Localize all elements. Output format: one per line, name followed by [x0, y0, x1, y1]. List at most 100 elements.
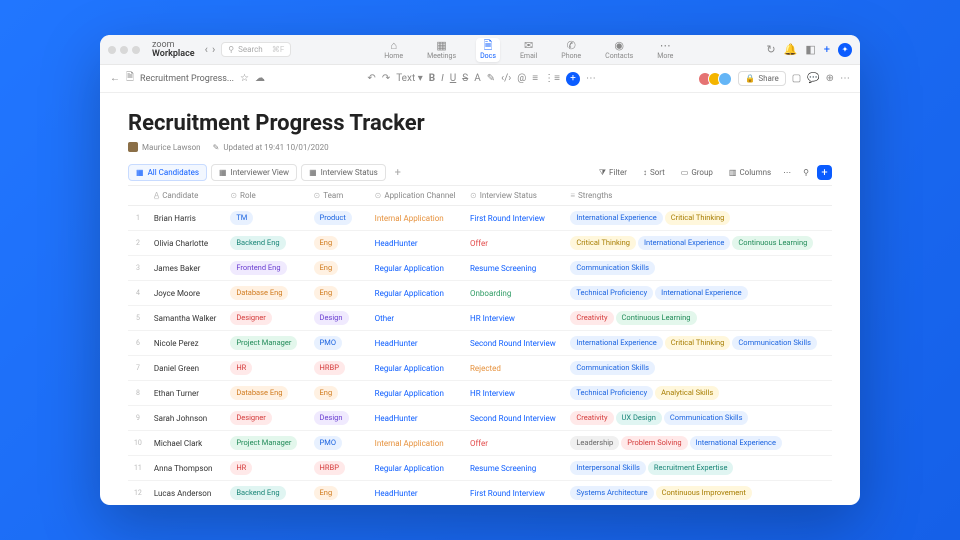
table-row[interactable]: 9Sarah JohnsonDesignerDesignHeadHunterSe… [128, 406, 832, 431]
nav-docs[interactable]: 🗎Docs [476, 38, 500, 62]
bell-icon[interactable]: 🔔 [784, 43, 798, 56]
align-icon[interactable]: ≡ [532, 73, 538, 84]
cell-channel[interactable]: Internal Application [369, 431, 464, 456]
cell-role[interactable]: Backend Eng [224, 481, 307, 506]
group-button[interactable]: ▭Group [677, 166, 717, 180]
cell-channel[interactable]: Regular Application [369, 256, 464, 281]
cell-role[interactable]: Backend Eng [224, 231, 307, 256]
undo-icon[interactable]: ↶ [367, 73, 375, 84]
cell-strengths[interactable]: Communication Skills [564, 256, 832, 281]
strength-chip[interactable]: Leadership [570, 436, 619, 450]
cell-candidate[interactable]: Nicole Perez [148, 331, 224, 356]
add-view-button[interactable]: + [390, 165, 406, 181]
strength-chip[interactable]: Creativity [570, 311, 613, 325]
nav-phone[interactable]: ✆Phone [557, 38, 585, 62]
cell-status[interactable]: First Round Interview [464, 206, 564, 231]
cell-candidate[interactable]: Lucas Anderson [148, 481, 224, 506]
strength-chip[interactable]: UX Design [616, 411, 662, 425]
cell-candidate[interactable]: Daniel Green [148, 356, 224, 381]
col-candidate[interactable]: A̲Candidate [148, 186, 224, 206]
strike-icon[interactable]: S [462, 73, 468, 84]
star-icon[interactable]: ☆ [240, 73, 249, 84]
nav-contacts[interactable]: ◉Contacts [601, 38, 637, 62]
cell-candidate[interactable]: James Baker [148, 256, 224, 281]
cell-role[interactable]: Designer [224, 406, 307, 431]
strength-chip[interactable]: Recruitment Expertise [648, 461, 734, 475]
col-interview-status[interactable]: ⊙Interview Status [464, 186, 564, 206]
cell-team[interactable]: PMO [308, 331, 369, 356]
strength-chip[interactable]: Analytical Skills [655, 386, 719, 400]
sort-button[interactable]: ↕Sort [639, 166, 669, 180]
tab-interview-status[interactable]: ▦Interview Status [301, 164, 386, 181]
strength-chip[interactable]: Communication Skills [664, 411, 749, 425]
table-row[interactable]: 10Michael ClarkProject ManagerPMOInterna… [128, 431, 832, 456]
strength-chip[interactable]: Creativity [570, 411, 613, 425]
cell-candidate[interactable]: Joyce Moore [148, 281, 224, 306]
cell-strengths[interactable]: Interpersonal SkillsRecruitment Expertis… [564, 456, 832, 481]
col-strengths[interactable]: ≡Strengths [564, 186, 832, 206]
cell-role[interactable]: Frontend Eng [224, 256, 307, 281]
globe-icon[interactable]: ⊕ [826, 73, 834, 84]
table-row[interactable]: 1Brian HarrisTMProductInternal Applicati… [128, 206, 832, 231]
cell-status[interactable]: Second Round Interview [464, 406, 564, 431]
italic-icon[interactable]: I [441, 73, 444, 84]
filter-button[interactable]: ⧩Filter [595, 166, 631, 180]
table-row[interactable]: 3James BakerFrontend EngEngRegular Appli… [128, 256, 832, 281]
strength-chip[interactable]: Technical Proficiency [570, 386, 653, 400]
insert-button[interactable]: + [566, 72, 580, 86]
cell-candidate[interactable]: Olivia Charlotte [148, 231, 224, 256]
cell-channel[interactable]: Regular Application [369, 456, 464, 481]
cell-strengths[interactable]: Communication Skills [564, 356, 832, 381]
cell-team[interactable]: PMO [308, 431, 369, 456]
comment-icon[interactable]: 💬 [807, 73, 819, 84]
cell-team[interactable]: Eng [308, 381, 369, 406]
strength-chip[interactable]: Continuous Learning [732, 236, 813, 250]
strength-chip[interactable]: International Experience [570, 211, 662, 225]
strength-chip[interactable]: International Experience [638, 236, 730, 250]
cell-candidate[interactable]: Ethan Turner [148, 381, 224, 406]
table-row[interactable]: 4Joyce MooreDatabase EngEngRegular Appli… [128, 281, 832, 306]
cell-team[interactable]: Design [308, 306, 369, 331]
table-row[interactable]: 8Ethan TurnerDatabase EngEngRegular Appl… [128, 381, 832, 406]
strength-chip[interactable]: Technical Proficiency [570, 286, 653, 300]
strength-chip[interactable]: International Experience [655, 286, 747, 300]
cell-role[interactable]: HR [224, 356, 307, 381]
mention-icon[interactable]: @ [517, 73, 526, 84]
cell-channel[interactable]: HeadHunter [369, 231, 464, 256]
strength-chip[interactable]: International Experience [570, 336, 662, 350]
cell-candidate[interactable]: Anna Thompson [148, 456, 224, 481]
cell-role[interactable]: Project Manager [224, 331, 307, 356]
table-row[interactable]: 5Samantha WalkerDesignerDesignOtherHR In… [128, 306, 832, 331]
col-team[interactable]: ⊙Team [308, 186, 369, 206]
nav-email[interactable]: ✉Email [516, 38, 541, 62]
cell-status[interactable]: Resume Screening [464, 256, 564, 281]
more-icon[interactable]: ⋯ [840, 73, 850, 84]
cell-team[interactable]: Design [308, 406, 369, 431]
cell-status[interactable]: Rejected [464, 356, 564, 381]
video-icon[interactable]: ▢ [792, 73, 801, 84]
columns-button[interactable]: ▥Columns [725, 166, 775, 180]
table-row[interactable]: 12Lucas AndersonBackend EngEngHeadHunter… [128, 481, 832, 506]
highlight-icon[interactable]: ✎ [487, 73, 495, 84]
cell-team[interactable]: Eng [308, 481, 369, 506]
cell-team[interactable]: HRBP [308, 356, 369, 381]
code-icon[interactable]: ‹/› [501, 73, 511, 84]
cell-candidate[interactable]: Brian Harris [148, 206, 224, 231]
plus-icon[interactable]: + [824, 43, 830, 56]
table-more-icon[interactable]: ⋯ [779, 166, 795, 179]
strength-chip[interactable]: Communication Skills [570, 361, 655, 375]
tab-all-candidates[interactable]: ▦All Candidates [128, 164, 207, 181]
strength-chip[interactable]: Communication Skills [570, 261, 655, 275]
font-color-icon[interactable]: A [474, 73, 481, 84]
col-role[interactable]: ⊙Role [224, 186, 307, 206]
underline-icon[interactable]: U [450, 73, 456, 84]
cell-status[interactable]: First Round Interview [464, 481, 564, 506]
strength-chip[interactable]: Communication Skills [732, 336, 817, 350]
cell-strengths[interactable]: Technical ProficiencyInternational Exper… [564, 281, 832, 306]
cell-role[interactable]: Designer [224, 306, 307, 331]
cell-candidate[interactable]: Sarah Johnson [148, 406, 224, 431]
share-button[interactable]: 🔒Share [738, 71, 785, 86]
cell-role[interactable]: HR [224, 456, 307, 481]
cell-strengths[interactable]: Systems ArchitectureContinuous Improveme… [564, 481, 832, 506]
col-application-channel[interactable]: ⊙Application Channel [369, 186, 464, 206]
